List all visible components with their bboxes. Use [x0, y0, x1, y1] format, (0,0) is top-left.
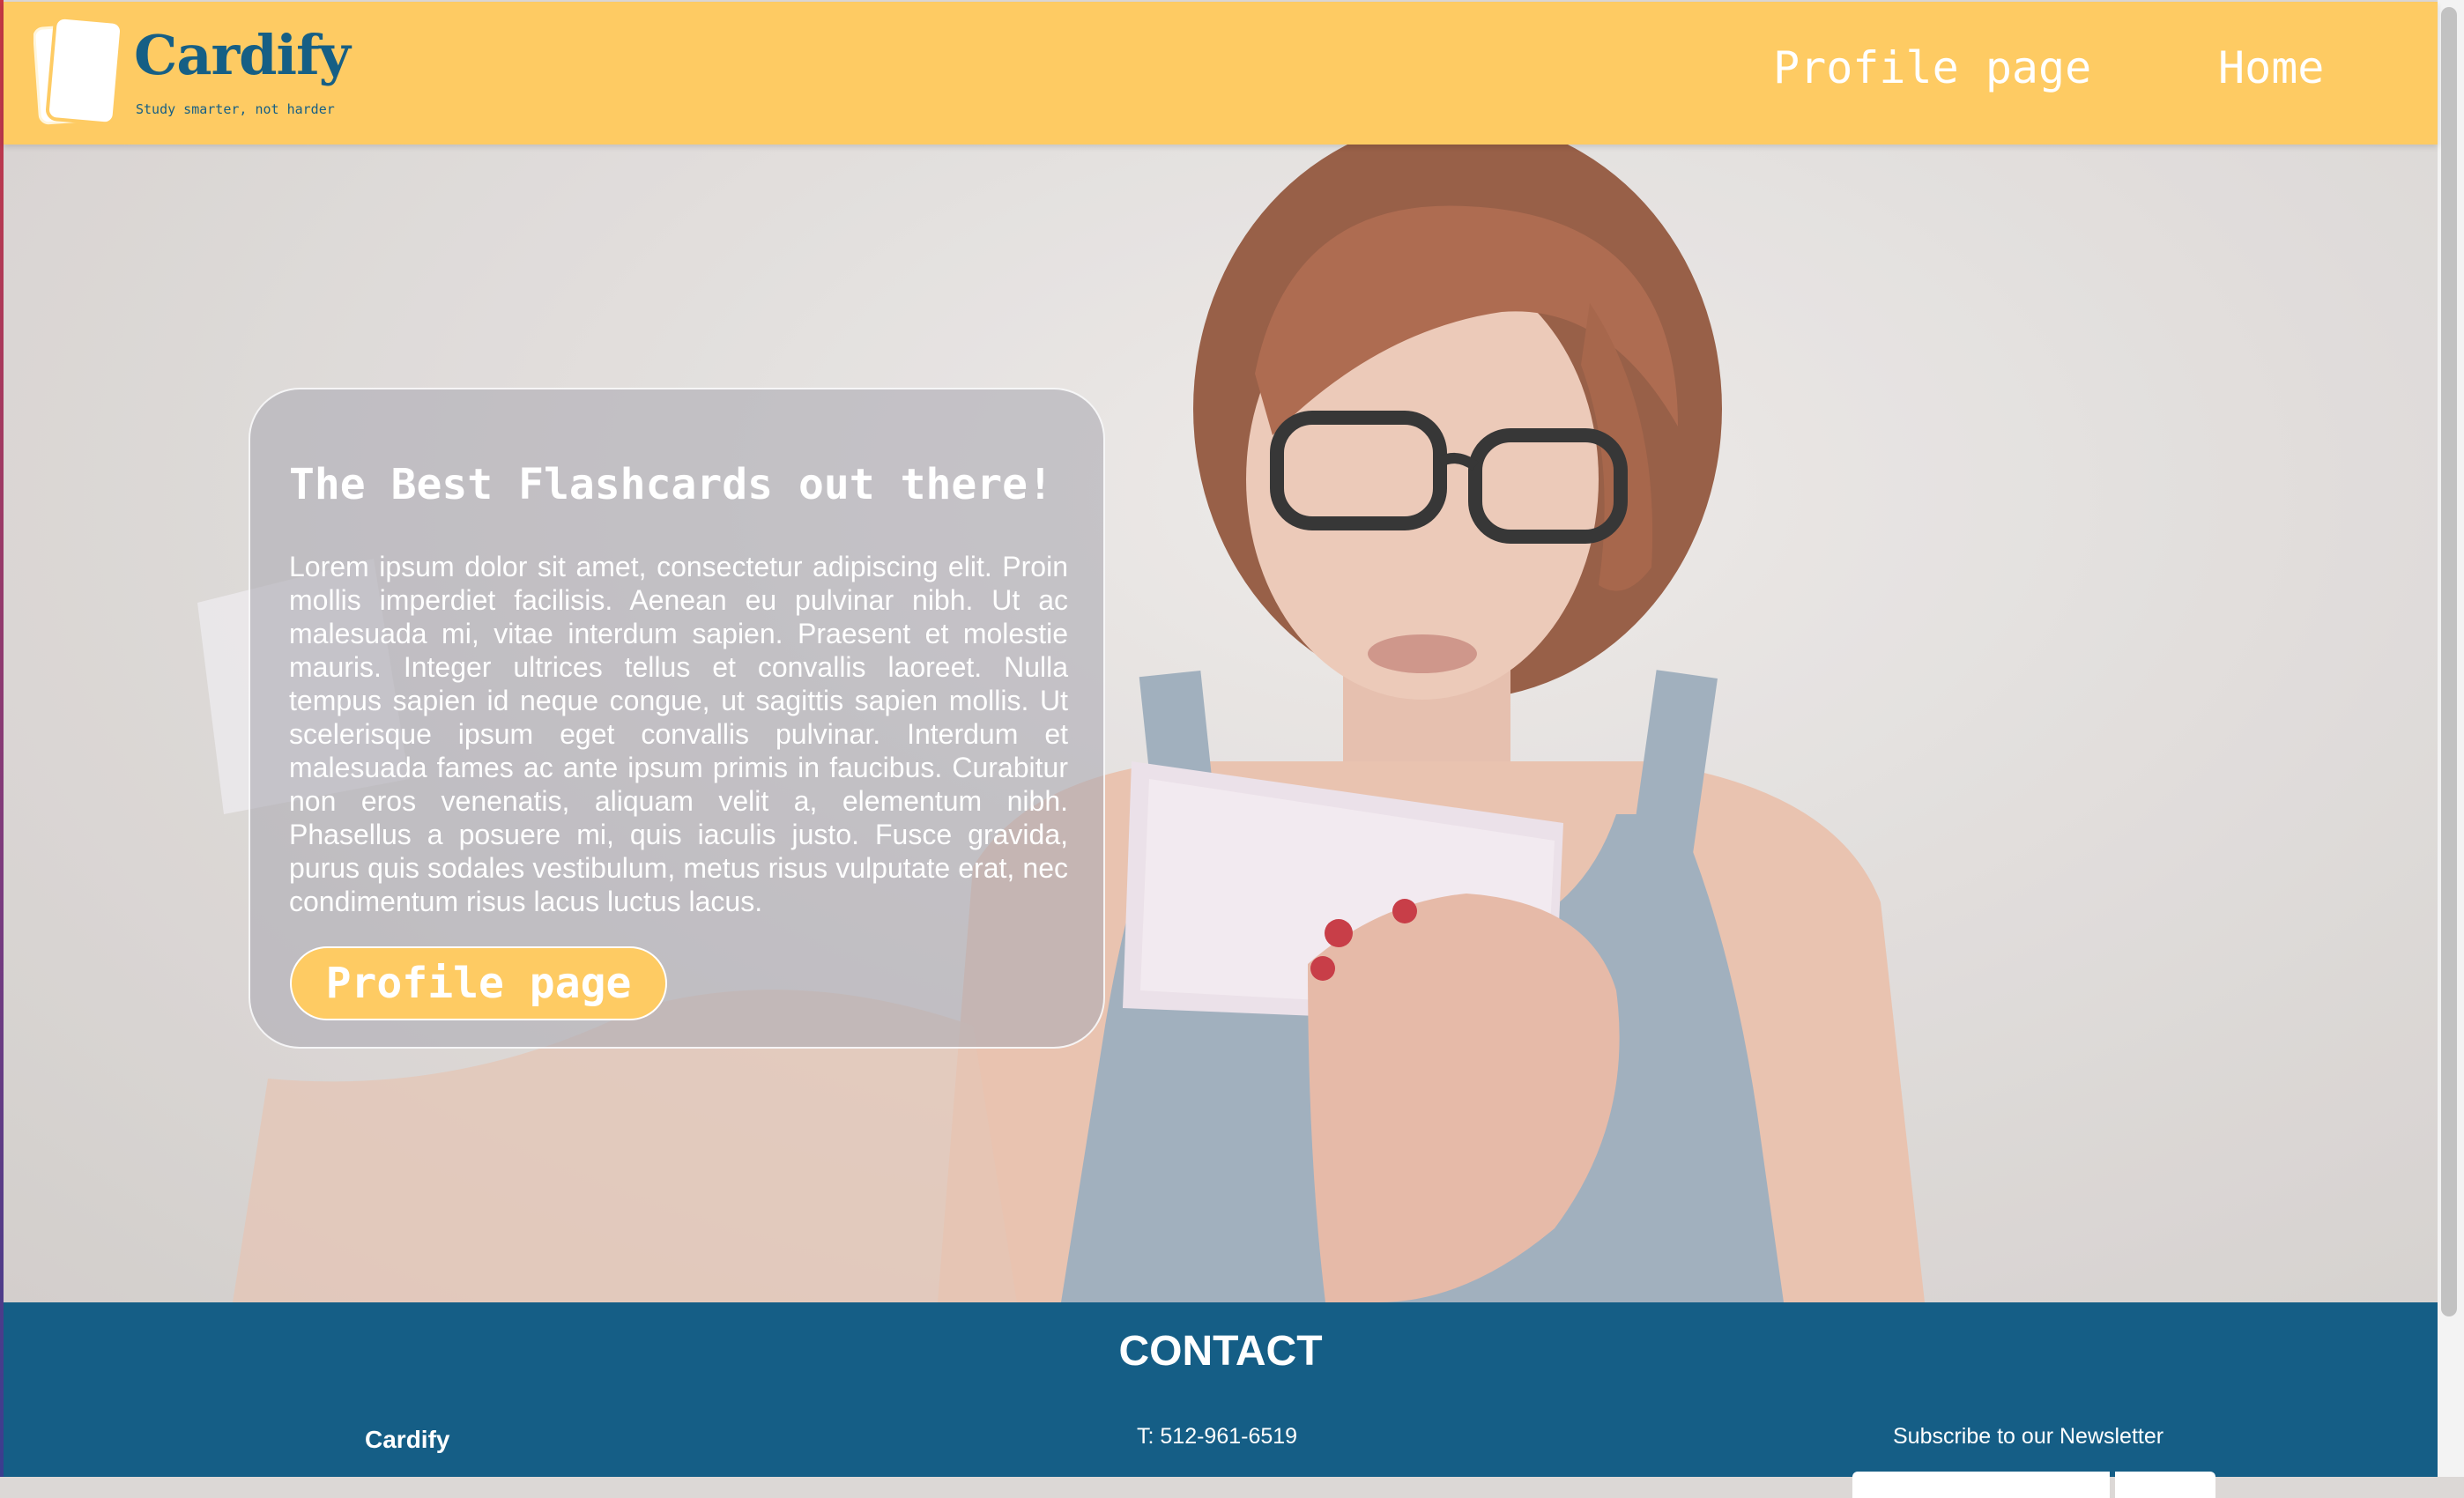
newsletter-email-input[interactable] [1852, 1472, 2110, 1498]
footer-brand: Cardify [365, 1426, 450, 1453]
newsletter-label: Subscribe to our Newsletter [1893, 1424, 2164, 1449]
site-header: Cardify Study smarter, not harder Profil… [4, 2, 2438, 145]
newsletter-subscribe-button[interactable] [2115, 1472, 2215, 1498]
contact-heading: CONTACT [1118, 1328, 1323, 1375]
hero-body-text: Lorem ipsum dolor sit amet, consectetur … [289, 551, 1068, 917]
flashcard-stack-icon[interactable] [33, 14, 125, 134]
brand-tagline: Study smarter, not harder [136, 101, 335, 117]
footer-phone[interactable]: T: 512-961-6519 [1137, 1424, 1297, 1450]
nav-home-link[interactable]: Home [2218, 42, 2324, 93]
nav-profile-link[interactable]: Profile page [1773, 42, 2091, 93]
hero-title: The Best Flashcards out there! [289, 460, 1053, 509]
brand-name[interactable]: Cardify [134, 23, 351, 87]
profile-page-button[interactable]: Profile page [290, 946, 667, 1020]
hero-section: The Best Flashcards out there! Lorem ips… [4, 145, 2438, 1302]
hero-card: The Best Flashcards out there! Lorem ips… [249, 388, 1105, 1049]
site-footer: CONTACT Cardify T: 512-961-6519 Subscrib… [4, 1302, 2438, 1498]
scrollbar-thumb[interactable] [2441, 7, 2457, 1316]
